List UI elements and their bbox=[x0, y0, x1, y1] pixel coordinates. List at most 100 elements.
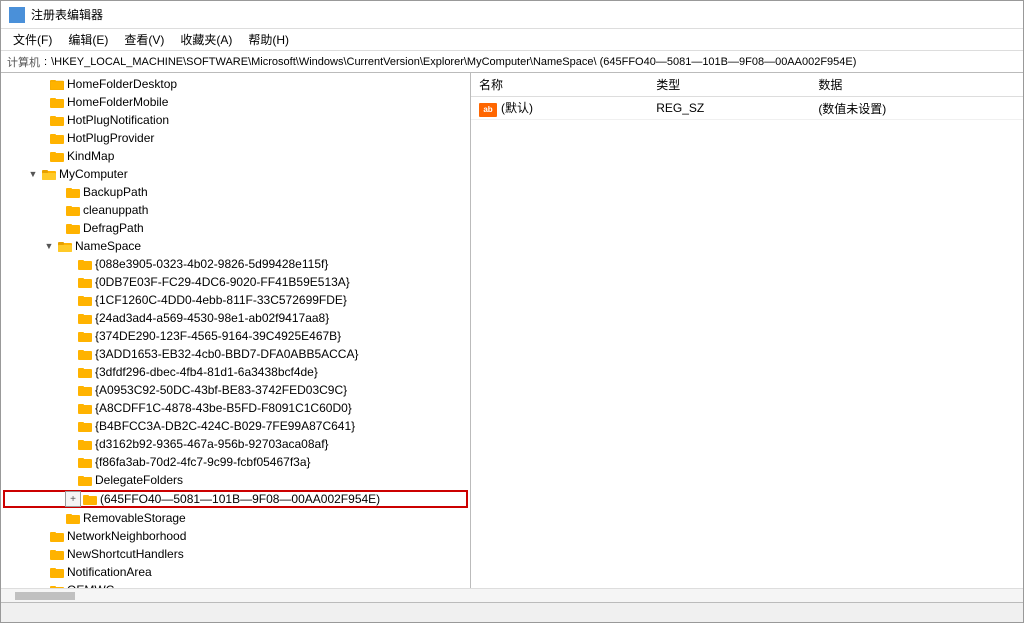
node-label: BackupPath bbox=[83, 185, 148, 199]
node-label: DefragPath bbox=[83, 221, 144, 235]
expander bbox=[61, 309, 77, 327]
address-label: 计算机 bbox=[7, 54, 40, 70]
node-label: {3ADD1653-EB32-4cb0-BBD7-DFA0ABB5ACCA} bbox=[95, 347, 358, 361]
node-label: NameSpace bbox=[75, 239, 141, 253]
row-name: ab(默认) bbox=[471, 97, 648, 120]
tree-node-guid1[interactable]: {088e3905-0323-4b02-9826-5d99428e115f} bbox=[1, 255, 470, 273]
node-label: {f86fa3ab-70d2-4fc7-9c99-fcbf05467f3a} bbox=[95, 455, 311, 469]
node-label: {A8CDFF1C-4878-43be-B5FD-F8091C1C60D0} bbox=[95, 401, 352, 415]
menu-file[interactable]: 文件(F) bbox=[5, 29, 60, 50]
node-label: HomeFolderDesktop bbox=[67, 77, 177, 91]
app-icon bbox=[9, 7, 25, 23]
tree-node-guid3[interactable]: {1CF1260C-4DD0-4ebb-811F-33C572699FDE} bbox=[1, 291, 470, 309]
folder-icon bbox=[77, 311, 93, 325]
address-path: \HKEY_LOCAL_MACHINE\SOFTWARE\Microsoft\W… bbox=[51, 56, 856, 68]
col-data: 数据 bbox=[810, 73, 1023, 97]
node-label: (645FFO40—5081—101B—9F08—00AA002F954E) bbox=[100, 492, 380, 506]
expander bbox=[61, 381, 77, 399]
tree-node-oemwc[interactable]: OEMWC bbox=[1, 581, 470, 588]
tree-node-hotplug-provider[interactable]: HotPlugProvider bbox=[1, 129, 470, 147]
tree-node-guid6[interactable]: {3ADD1653-EB32-4cb0-BBD7-DFA0ABB5ACCA} bbox=[1, 345, 470, 363]
tree-node-backuppath[interactable]: BackupPath bbox=[1, 183, 470, 201]
tree-pane[interactable]: HomeFolderDesktop HomeFolderMobile HotPl… bbox=[1, 73, 471, 588]
tree-node-defragpath[interactable]: DefragPath bbox=[1, 219, 470, 237]
row-type: REG_SZ bbox=[648, 97, 810, 120]
tree-node-guid-selected[interactable]: + (645FFO40—5081—101B—9F08—00AA002F954E) bbox=[3, 490, 468, 508]
expander bbox=[61, 255, 77, 273]
expander: + bbox=[65, 491, 81, 507]
menu-favorites[interactable]: 收藏夹(A) bbox=[172, 29, 240, 50]
expander-open: ▼ bbox=[25, 165, 41, 183]
folder-icon bbox=[77, 401, 93, 415]
tree-node-homefolder-desktop[interactable]: HomeFolderDesktop bbox=[1, 75, 470, 93]
tree-node-cleanuppath[interactable]: cleanuppath bbox=[1, 201, 470, 219]
tree-node-removable-storage[interactable]: RemovableStorage bbox=[1, 509, 470, 527]
folder-icon bbox=[65, 203, 81, 217]
tree-node-notification-area[interactable]: NotificationArea bbox=[1, 563, 470, 581]
tree-node-guid4[interactable]: {24ad3ad4-a569-4530-98e1-ab02f9417aa8} bbox=[1, 309, 470, 327]
node-label: cleanuppath bbox=[83, 203, 148, 217]
tree-node-guid11[interactable]: {d3162b92-9365-467a-956b-92703aca08af} bbox=[1, 435, 470, 453]
expander bbox=[61, 327, 77, 345]
expander bbox=[33, 75, 49, 93]
expander bbox=[61, 417, 77, 435]
node-label: NetworkNeighborhood bbox=[67, 529, 186, 543]
col-type: 类型 bbox=[648, 73, 810, 97]
expander bbox=[61, 273, 77, 291]
tree-node-guid8[interactable]: {A0953C92-50DC-43bf-BE83-3742FED03C9C} bbox=[1, 381, 470, 399]
folder-icon bbox=[77, 455, 93, 469]
menu-help[interactable]: 帮助(H) bbox=[240, 29, 297, 50]
expander bbox=[49, 201, 65, 219]
expander bbox=[61, 453, 77, 471]
tree-node-delegatefolders[interactable]: DelegateFolders bbox=[1, 471, 470, 489]
tree-node-new-shortcut-handlers[interactable]: NewShortcutHandlers bbox=[1, 545, 470, 563]
node-label: {088e3905-0323-4b02-9826-5d99428e115f} bbox=[95, 257, 328, 271]
scroll-track[interactable] bbox=[15, 592, 1009, 600]
tree-node-guid10[interactable]: {B4BFCC3A-DB2C-424C-B029-7FE99A87C641} bbox=[1, 417, 470, 435]
tree-node-guid2[interactable]: {0DB7E03F-FC29-4DC6-9020-FF41B59E513A} bbox=[1, 273, 470, 291]
folder-icon bbox=[77, 473, 93, 487]
tree-node-hotplug-notification[interactable]: HotPlugNotification bbox=[1, 111, 470, 129]
node-label: DelegateFolders bbox=[95, 473, 183, 487]
node-label: {0DB7E03F-FC29-4DC6-9020-FF41B59E513A} bbox=[95, 275, 350, 289]
node-label: RemovableStorage bbox=[83, 511, 186, 525]
tree-node-guid7[interactable]: {3dfdf296-dbec-4fb4-81d1-6a3438bcf4de} bbox=[1, 363, 470, 381]
expander bbox=[33, 129, 49, 147]
expander bbox=[33, 527, 49, 545]
detail-table: 名称 类型 数据 ab(默认) REG_SZ (数值未设置) bbox=[471, 73, 1023, 120]
tree-node-network-neighborhood[interactable]: NetworkNeighborhood bbox=[1, 527, 470, 545]
table-row[interactable]: ab(默认) REG_SZ (数值未设置) bbox=[471, 97, 1023, 120]
registry-editor-window: 注册表编辑器 文件(F) 编辑(E) 查看(V) 收藏夹(A) 帮助(H) 计算… bbox=[0, 0, 1024, 623]
tree-node-guid5[interactable]: {374DE290-123F-4565-9164-39C4925E467B} bbox=[1, 327, 470, 345]
folder-icon bbox=[77, 365, 93, 379]
ab-icon: ab bbox=[479, 103, 497, 117]
col-name: 名称 bbox=[471, 73, 648, 97]
folder-icon bbox=[77, 329, 93, 343]
tree-node-homefolder-mobile[interactable]: HomeFolderMobile bbox=[1, 93, 470, 111]
node-label: HotPlugNotification bbox=[67, 113, 169, 127]
node-label: {A0953C92-50DC-43bf-BE83-3742FED03C9C} bbox=[95, 383, 347, 397]
main-content: HomeFolderDesktop HomeFolderMobile HotPl… bbox=[1, 73, 1023, 588]
menu-edit[interactable]: 编辑(E) bbox=[60, 29, 116, 50]
title-bar: 注册表编辑器 bbox=[1, 1, 1023, 29]
node-label: NotificationArea bbox=[67, 565, 152, 579]
folder-icon-open bbox=[41, 167, 57, 181]
scroll-thumb[interactable] bbox=[15, 592, 75, 600]
tree-node-guid9[interactable]: {A8CDFF1C-4878-43be-B5FD-F8091C1C60D0} bbox=[1, 399, 470, 417]
expander bbox=[61, 471, 77, 489]
expander bbox=[33, 545, 49, 563]
menu-view[interactable]: 查看(V) bbox=[116, 29, 172, 50]
folder-icon bbox=[77, 275, 93, 289]
expander bbox=[61, 435, 77, 453]
expander bbox=[61, 345, 77, 363]
menu-bar: 文件(F) 编辑(E) 查看(V) 收藏夹(A) 帮助(H) bbox=[1, 29, 1023, 51]
tree-node-mycomputer[interactable]: ▼ MyComputer bbox=[1, 165, 470, 183]
bottom-scrollbar[interactable] bbox=[1, 588, 1023, 602]
node-label: {3dfdf296-dbec-4fb4-81d1-6a3438bcf4de} bbox=[95, 365, 318, 379]
tree-node-kindmap[interactable]: KindMap bbox=[1, 147, 470, 165]
tree-node-guid12[interactable]: {f86fa3ab-70d2-4fc7-9c99-fcbf05467f3a} bbox=[1, 453, 470, 471]
tree-node-namespace[interactable]: ▼ NameSpace bbox=[1, 237, 470, 255]
folder-icon bbox=[77, 437, 93, 451]
expander bbox=[49, 509, 65, 527]
node-label: {1CF1260C-4DD0-4ebb-811F-33C572699FDE} bbox=[95, 293, 347, 307]
